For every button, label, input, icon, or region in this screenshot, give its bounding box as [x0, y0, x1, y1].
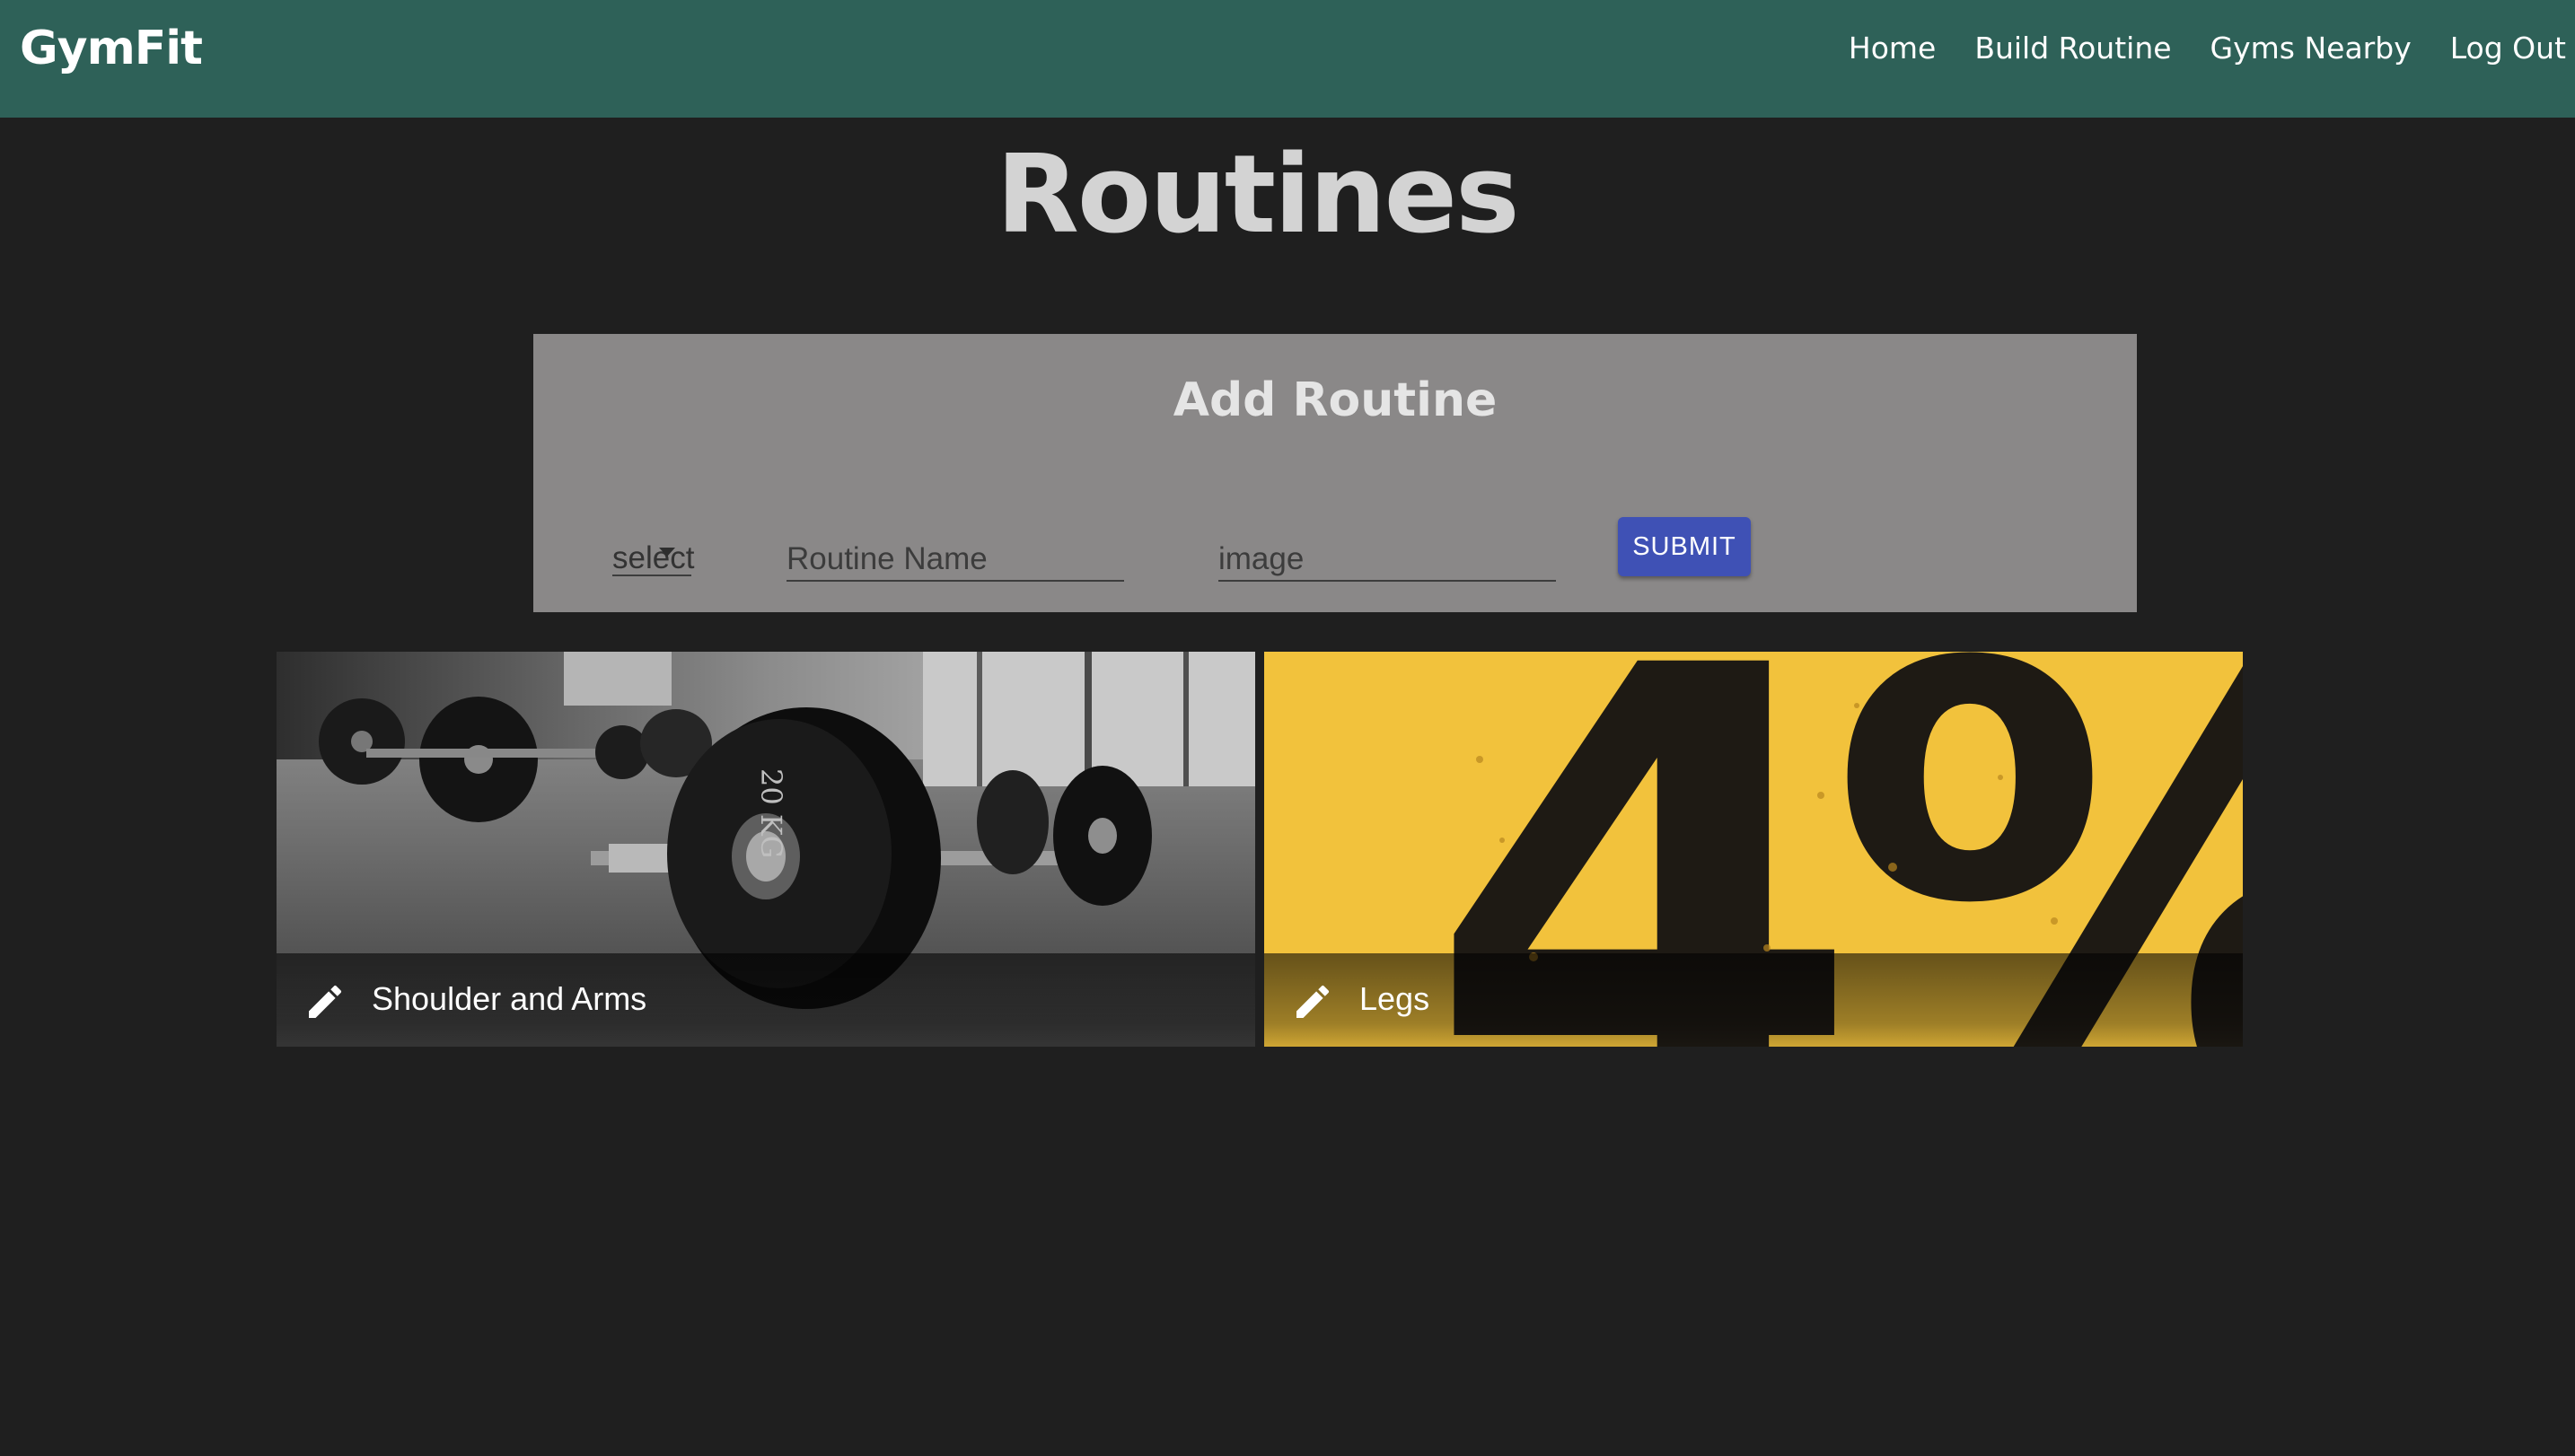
top-navbar: GymFit Home Build Routine Gyms Nearby Lo… — [0, 0, 2575, 118]
nav-link-build-routine[interactable]: Build Routine — [1974, 31, 2171, 66]
nav-links: Home Build Routine Gyms Nearby Log Out — [1810, 31, 2566, 66]
brand-logo[interactable]: GymFit — [20, 22, 203, 75]
page-title: Routines — [996, 133, 1519, 258]
add-routine-panel: Add Routine select SUBMIT — [533, 334, 2137, 612]
nav-link-gyms-nearby[interactable]: Gyms Nearby — [2210, 31, 2412, 66]
select-value: select — [612, 540, 695, 575]
routine-card[interactable]: 4% Legs — [1264, 652, 2243, 1047]
card-title: Shoulder and Arms — [372, 980, 647, 1017]
routine-card[interactable]: 20 KG Shoulder and Arms — [277, 652, 1255, 1047]
image-field — [1218, 530, 1556, 582]
pencil-icon[interactable] — [303, 980, 347, 1023]
card-title-bar: Shoulder and Arms — [277, 953, 1255, 1047]
plate-label: 20 KG — [754, 768, 788, 858]
routine-name-field — [787, 530, 1124, 582]
caret-down-icon — [659, 548, 675, 557]
routine-name-input[interactable] — [787, 530, 1124, 580]
card-title-bar: Legs — [1264, 953, 2243, 1047]
nav-link-log-out[interactable]: Log Out — [2450, 31, 2566, 66]
routine-type-select[interactable]: select — [612, 530, 695, 576]
submit-button[interactable]: SUBMIT — [1618, 517, 1751, 576]
image-input[interactable] — [1218, 530, 1556, 580]
pencil-icon[interactable] — [1291, 980, 1334, 1023]
add-routine-title: Add Routine — [1173, 373, 1498, 427]
nav-link-home[interactable]: Home — [1849, 31, 1936, 66]
card-title: Legs — [1359, 980, 1430, 1017]
